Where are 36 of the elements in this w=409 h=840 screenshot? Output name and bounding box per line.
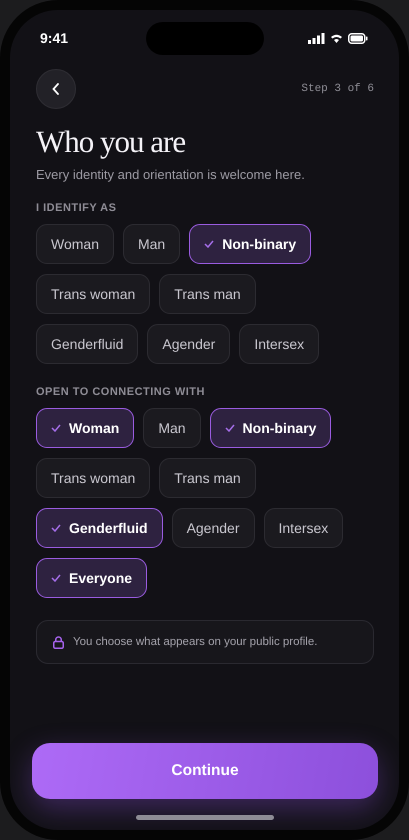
privacy-text: You choose what appears on your public profile. — [73, 636, 318, 648]
option-chip[interactable]: Genderfluid — [36, 508, 163, 548]
step-indicator: Step 3 of 6 — [301, 83, 374, 95]
option-chip[interactable]: Genderfluid — [36, 324, 138, 364]
option-chip[interactable]: Trans woman — [36, 274, 150, 314]
back-icon — [52, 83, 60, 95]
continue-button[interactable]: Continue — [32, 743, 378, 799]
option-chip[interactable]: Trans man — [159, 458, 256, 498]
option-chip[interactable]: Woman — [36, 224, 114, 264]
option-chip[interactable]: Intersex — [264, 508, 344, 548]
back-button[interactable] — [36, 69, 76, 109]
status-time: 9:41 — [40, 30, 68, 46]
option-chip[interactable]: Everyone — [36, 558, 148, 598]
lock-icon — [53, 636, 64, 648]
option-chip[interactable]: Non-binary — [189, 224, 312, 264]
option-chip[interactable]: Man — [122, 224, 180, 264]
option-chip[interactable]: Trans woman — [36, 458, 150, 498]
option-chip[interactable]: Agender — [172, 508, 254, 548]
option-chip[interactable]: Non-binary — [210, 408, 332, 448]
signal-icon — [308, 32, 325, 44]
check-icon — [51, 524, 61, 532]
option-chip[interactable]: Woman — [36, 408, 134, 448]
check-icon — [204, 240, 214, 248]
page-subtitle: Every identity and orientation is welcome here. — [36, 167, 306, 182]
option-chip[interactable]: Agender — [147, 324, 230, 364]
option-chip[interactable]: Man — [143, 408, 201, 448]
section-label: OPEN TO CONNECTING WITH — [36, 386, 206, 398]
check-icon — [51, 424, 61, 432]
check-icon — [51, 574, 61, 582]
wifi-icon — [331, 34, 342, 42]
battery-icon — [348, 32, 368, 44]
option-chip[interactable]: Intersex — [239, 324, 320, 364]
page-title: Who you are — [36, 123, 186, 161]
section-label: I IDENTIFY AS — [36, 202, 118, 214]
option-chip[interactable]: Trans man — [159, 274, 256, 314]
check-icon — [224, 424, 235, 432]
